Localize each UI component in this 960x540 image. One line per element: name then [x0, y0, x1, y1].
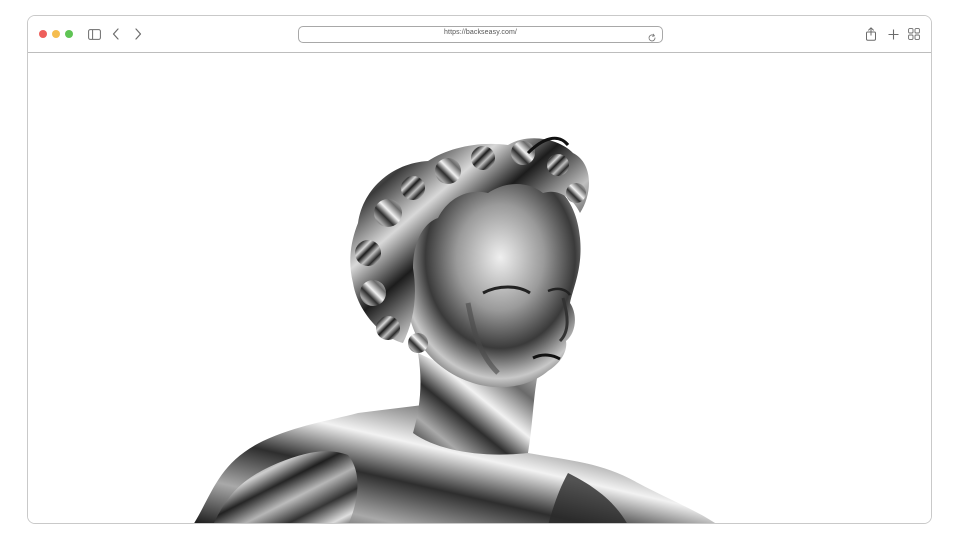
- new-tab-plus-icon[interactable]: [885, 26, 901, 42]
- reload-icon[interactable]: [647, 30, 657, 42]
- address-bar[interactable]: https://backseasy.com/: [298, 26, 663, 43]
- back-chevron-icon[interactable]: [108, 26, 124, 42]
- share-icon[interactable]: [863, 26, 879, 42]
- tab-overview-icon[interactable]: [906, 26, 922, 42]
- maximize-window-button[interactable]: [65, 30, 73, 38]
- forward-chevron-icon[interactable]: [130, 26, 146, 42]
- browser-toolbar: https://backseasy.com/: [28, 16, 931, 53]
- chrome-statue-bust: [194, 136, 715, 523]
- page-content: [28, 53, 931, 523]
- sidebar-icon[interactable]: [86, 26, 102, 42]
- minimize-window-button[interactable]: [52, 30, 60, 38]
- browser-window: https://backseasy.com/: [27, 15, 932, 524]
- close-window-button[interactable]: [39, 30, 47, 38]
- address-url[interactable]: https://backseasy.com/: [299, 29, 662, 36]
